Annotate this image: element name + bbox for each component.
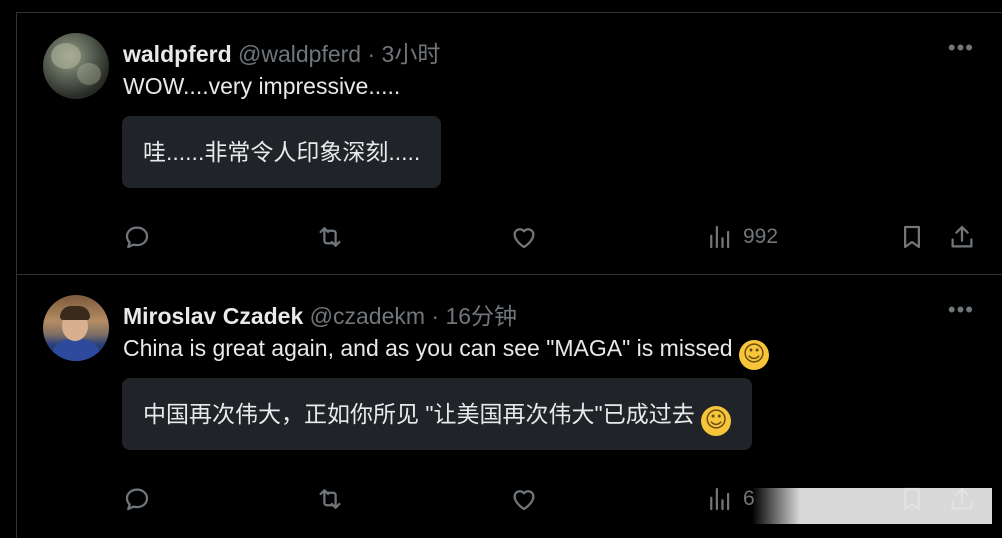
tweet-header: waldpferd @waldpferd · 3小时 bbox=[123, 35, 440, 69]
views-count: 992 bbox=[743, 225, 779, 248]
share-icon bbox=[951, 225, 973, 248]
translation-text: 哇......非常令人印象深刻..... bbox=[143, 139, 421, 165]
views-button[interactable]: 992 bbox=[705, 222, 778, 252]
smiling-face-emoji: ☺ bbox=[701, 406, 732, 436]
views-button[interactable]: 6 bbox=[705, 484, 755, 514]
author-handle[interactable]: @czadekm bbox=[310, 303, 425, 329]
bookmark-icon bbox=[904, 225, 920, 249]
share-button[interactable] bbox=[947, 222, 977, 252]
heart-icon bbox=[513, 228, 535, 249]
tweet-timestamp[interactable]: · 16分钟 bbox=[431, 303, 517, 329]
translation-box: 哇......非常令人印象深刻..... bbox=[122, 116, 442, 188]
retweet-icon bbox=[319, 227, 341, 247]
avatar-hair bbox=[60, 306, 90, 320]
tweet-text: China is great again, and as you can see… bbox=[123, 335, 733, 361]
tweet-text: WOW....very impressive..... bbox=[123, 73, 401, 99]
avatar[interactable] bbox=[43, 295, 109, 361]
author-name[interactable]: Miroslav Czadek bbox=[123, 303, 303, 329]
views-bar-chart-icon bbox=[710, 225, 730, 249]
tweet-waldpferd[interactable]: waldpferd @waldpferd · 3小时 ••• WOW....ve… bbox=[17, 13, 1002, 274]
views-bar-chart-icon bbox=[710, 487, 730, 511]
bookmark-button[interactable] bbox=[897, 222, 927, 252]
more-dots-icon[interactable]: ••• bbox=[948, 297, 974, 323]
avatar-texture bbox=[51, 43, 81, 69]
tweet-header: Miroslav Czadek @czadekm · 16分钟 bbox=[123, 297, 517, 331]
more-dots-icon[interactable]: ••• bbox=[948, 35, 974, 61]
smiling-face-emoji: ☺ bbox=[738, 340, 769, 370]
author-handle[interactable]: @waldpferd bbox=[238, 41, 361, 67]
watermark-overlay bbox=[752, 488, 992, 524]
heart-icon bbox=[513, 490, 535, 511]
like-button[interactable] bbox=[509, 484, 539, 514]
reply-button[interactable] bbox=[122, 484, 152, 514]
translation-text: 中国再次伟大，正如你所见 "让美国再次伟大"已成过去 bbox=[143, 401, 695, 427]
tweet-timestamp[interactable]: · 3小时 bbox=[367, 41, 440, 67]
tweet-text-container: China is great again, and as you can see… bbox=[123, 335, 769, 370]
action-bar: 992 bbox=[17, 222, 1002, 252]
avatar[interactable] bbox=[43, 33, 109, 99]
avatar-shirt bbox=[51, 339, 101, 361]
retweet-button[interactable] bbox=[315, 222, 345, 252]
reply-icon bbox=[125, 488, 149, 511]
author-name[interactable]: waldpferd bbox=[123, 41, 232, 67]
reply-button[interactable] bbox=[122, 222, 152, 252]
retweet-icon bbox=[319, 489, 341, 509]
like-button[interactable] bbox=[509, 222, 539, 252]
translation-box: 中国再次伟大，正如你所见 "让美国再次伟大"已成过去 ☺ bbox=[122, 378, 753, 450]
avatar-texture bbox=[77, 63, 101, 85]
retweet-button[interactable] bbox=[315, 484, 345, 514]
reply-icon bbox=[125, 226, 149, 249]
